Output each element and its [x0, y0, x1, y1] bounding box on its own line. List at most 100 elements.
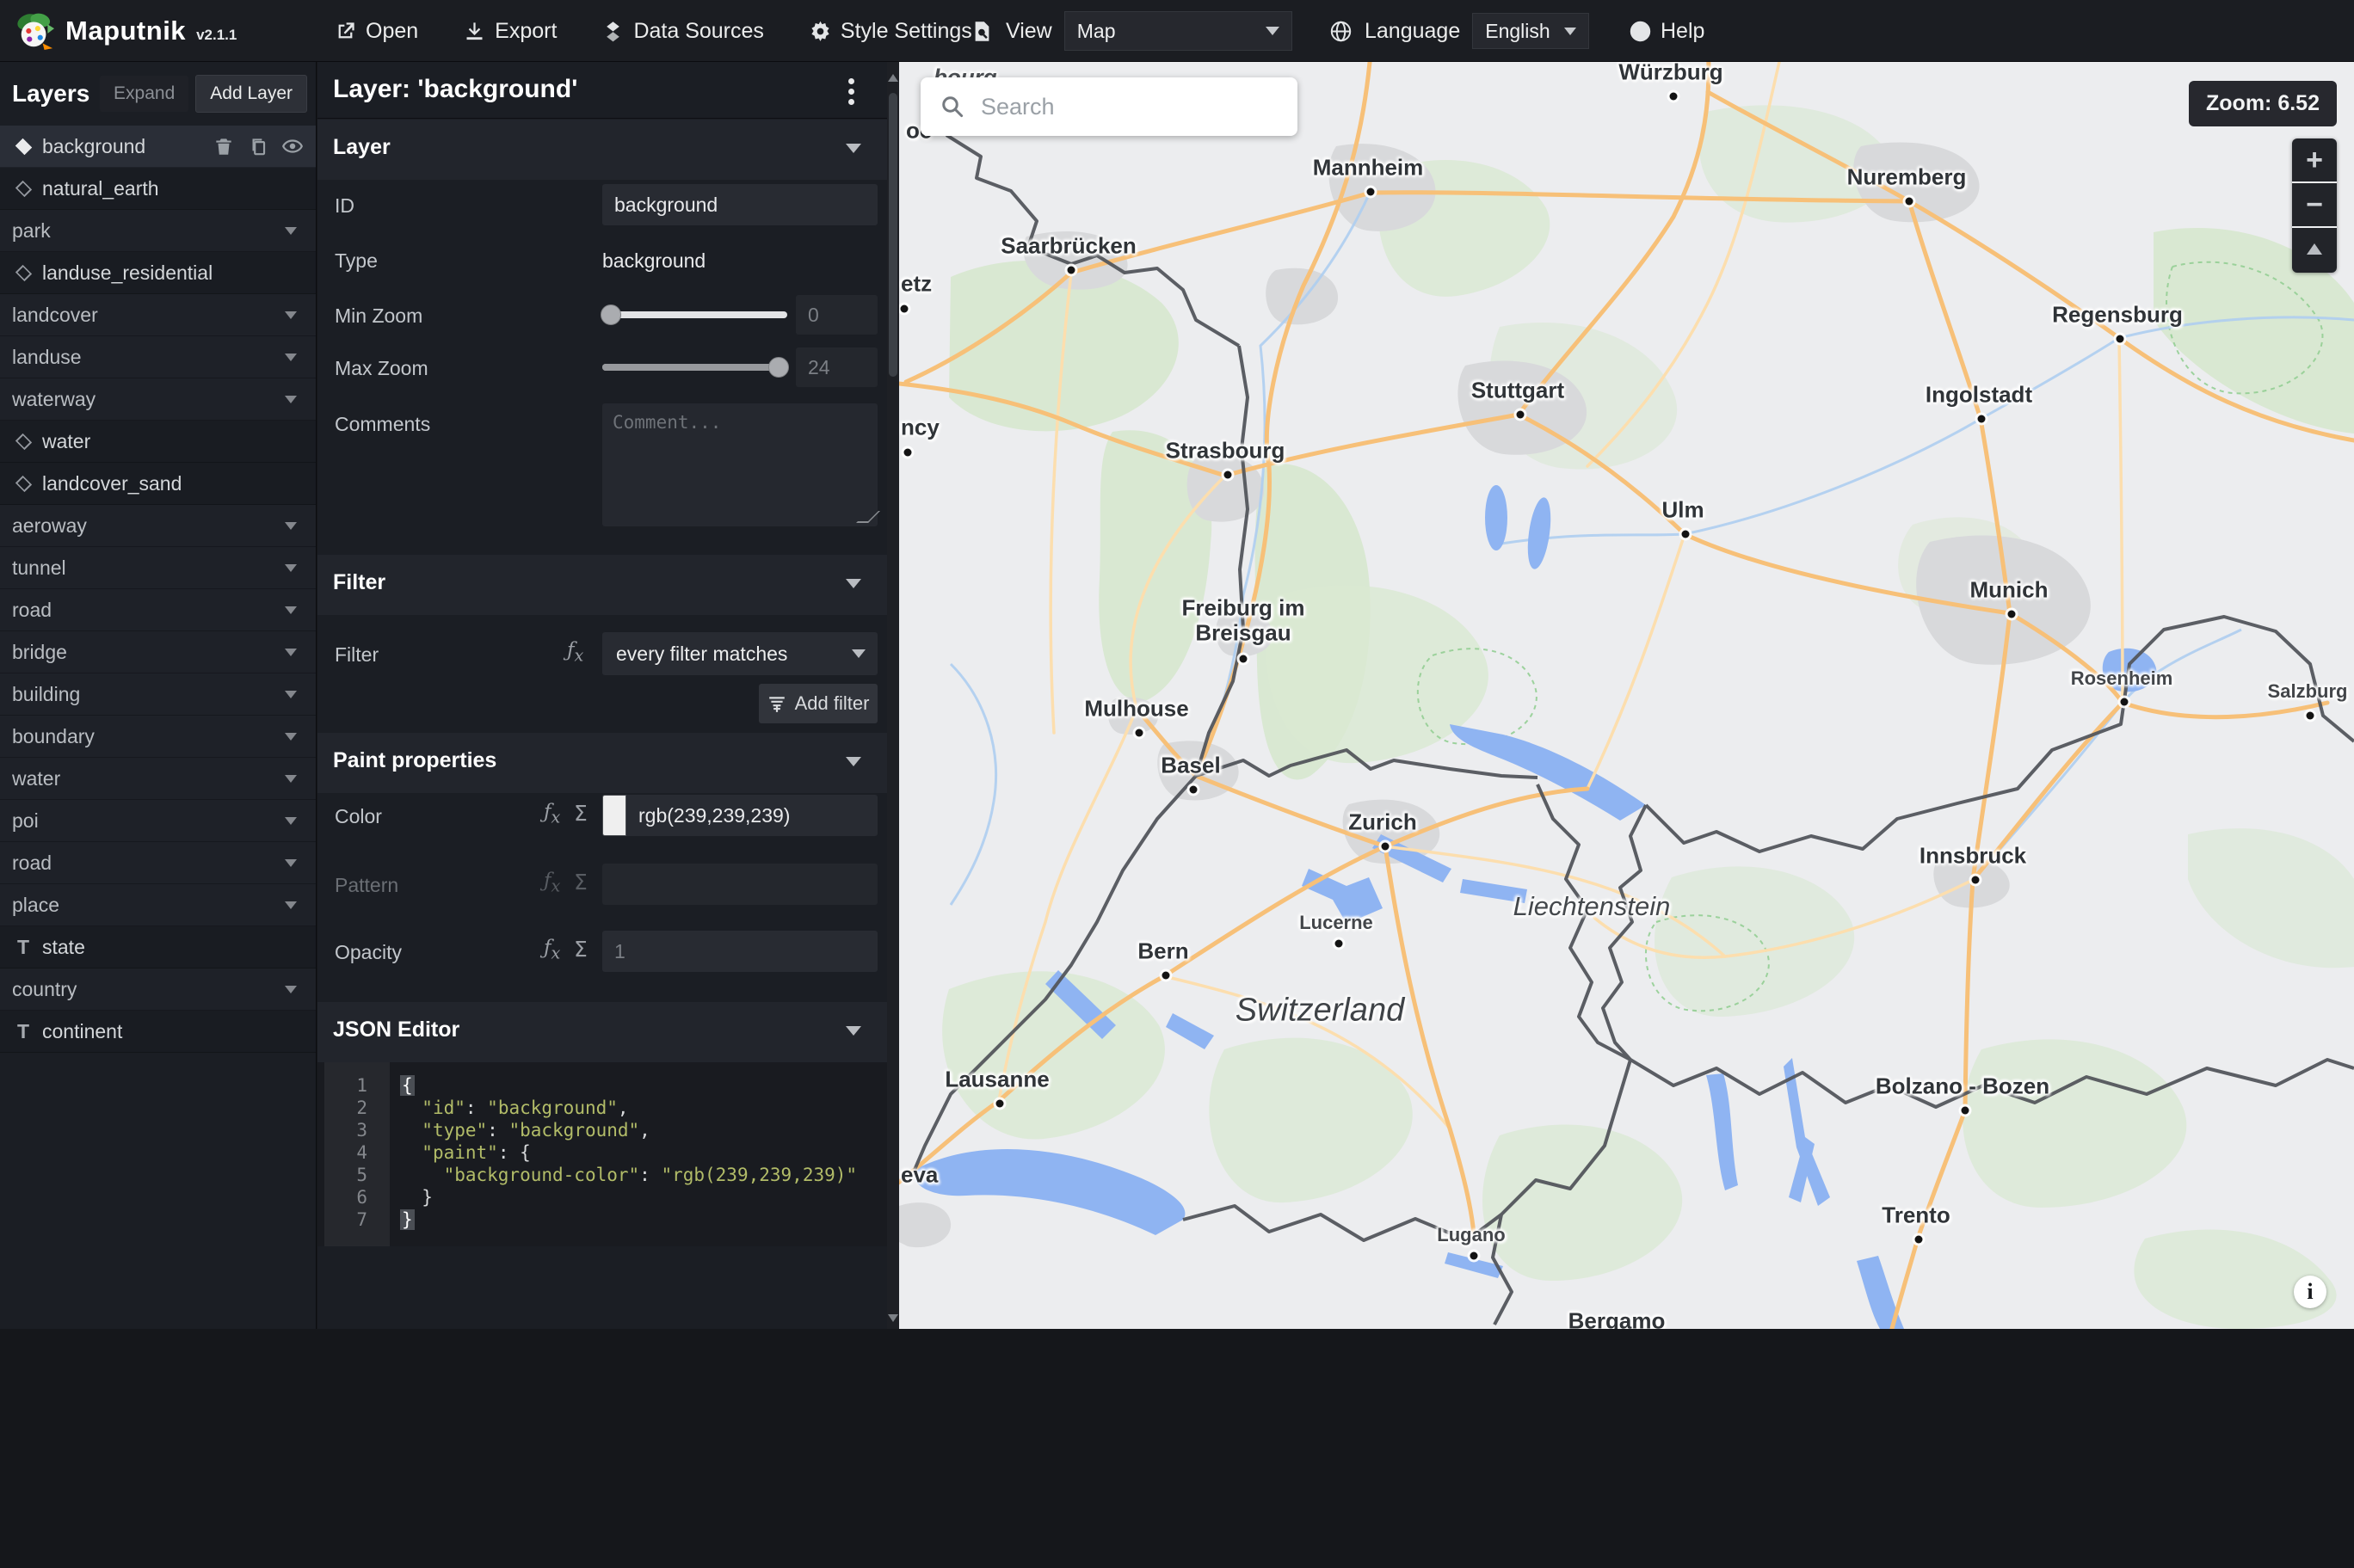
section-paint-header[interactable]: Paint properties [317, 733, 887, 793]
layer-list-item-water[interactable]: water [0, 421, 316, 463]
editor-title-row: Layer: 'background' [317, 62, 887, 119]
layer-list-item-country[interactable]: country [0, 968, 316, 1011]
layer-list-item-road[interactable]: road [0, 589, 316, 631]
json-line: 6 } [356, 1187, 433, 1208]
layer-list-item-continent[interactable]: Tcontinent [0, 1011, 316, 1053]
layer-list-item-landuse_residential[interactable]: landuse_residential [0, 252, 316, 294]
layer-list-item-aeroway[interactable]: aeroway [0, 505, 316, 547]
chevron-down-icon[interactable] [285, 691, 297, 698]
id-input[interactable] [602, 184, 878, 225]
layer-list-item-natural_earth[interactable]: natural_earth [0, 168, 316, 210]
layer-list-item-place[interactable]: place [0, 884, 316, 926]
chevron-down-icon[interactable] [285, 901, 297, 909]
chevron-down-icon[interactable] [285, 311, 297, 319]
json-line: 3 "type": "background", [356, 1120, 650, 1141]
compass-button[interactable] [2292, 228, 2337, 273]
layer-list-item-park[interactable]: park [0, 210, 316, 252]
json-editor[interactable]: 1{2 "id": "background", 3 "type": "backgr… [317, 1062, 887, 1246]
scroll-up-icon[interactable] [888, 74, 898, 82]
chevron-down-icon[interactable] [285, 986, 297, 993]
chevron-down-icon[interactable] [285, 733, 297, 741]
filter-match-select[interactable]: every filter matches [602, 632, 878, 675]
chevron-down-icon[interactable] [285, 354, 297, 361]
layer-list-item-waterway[interactable]: waterway [0, 378, 316, 421]
zoom-in-button[interactable]: + [2292, 138, 2337, 183]
layer-list-item-water[interactable]: water [0, 758, 316, 800]
section-filter-header[interactable]: Filter [317, 555, 887, 615]
chevron-down-icon[interactable] [285, 396, 297, 403]
search-input[interactable] [981, 93, 1273, 120]
style-settings-button[interactable]: Style Settings [809, 19, 972, 44]
layer-list-item-tunnel[interactable]: tunnel [0, 547, 316, 589]
search-icon [942, 96, 964, 118]
min-zoom-knob[interactable] [601, 304, 621, 325]
layer-list-item-boundary[interactable]: boundary [0, 716, 316, 758]
section-json-header[interactable]: JSON Editor [317, 1002, 887, 1062]
eye-icon[interactable] [281, 135, 304, 157]
min-zoom-slider[interactable] [601, 304, 787, 325]
color-swatch[interactable] [602, 795, 626, 836]
zoom-level-badge: Zoom: 6.52 [2189, 81, 2337, 126]
scroll-down-icon[interactable] [888, 1314, 898, 1322]
kebab-menu-icon[interactable] [848, 74, 854, 109]
chevron-down-icon[interactable] [285, 522, 297, 530]
max-zoom-knob[interactable] [768, 357, 789, 378]
fx-icon[interactable]: ƒx [567, 639, 583, 666]
layer-list-item-landuse[interactable]: landuse [0, 336, 316, 378]
open-button[interactable]: Open [334, 19, 418, 44]
layer-label: bridge [12, 640, 67, 663]
map-search[interactable] [921, 77, 1297, 136]
map-label: Switzerland [1235, 992, 1405, 1029]
attribution-info-button[interactable]: i [2294, 1276, 2326, 1308]
add-layer-button[interactable]: Add Layer [195, 75, 307, 113]
map-viewport[interactable]: bourgWürzburgMannheimNurembergocSaarbrüc… [899, 62, 2354, 1329]
compass-icon [2307, 243, 2322, 257]
chevron-down-icon[interactable] [285, 227, 297, 235]
chevron-down-icon[interactable] [285, 649, 297, 656]
layer-list-item-road[interactable]: road [0, 842, 316, 884]
sigma-icon: Σ [574, 870, 588, 895]
chevron-down-icon[interactable] [285, 564, 297, 572]
opacity-input[interactable] [602, 931, 878, 972]
expand-button[interactable]: Expand [100, 76, 189, 112]
chevron-down-icon[interactable] [285, 817, 297, 825]
language-select[interactable]: English [1472, 13, 1590, 49]
max-zoom-slider[interactable] [602, 357, 789, 378]
copy-icon[interactable] [247, 135, 269, 157]
layer-list-item-landcover[interactable]: landcover [0, 294, 316, 336]
layer-list-item-bridge[interactable]: bridge [0, 631, 316, 673]
section-paint-title: Paint properties [333, 748, 497, 772]
view-select[interactable]: Map [1063, 11, 1292, 51]
fx-icon[interactable]: ƒx [544, 801, 560, 827]
layer-type-icon [15, 475, 33, 492]
min-zoom-input[interactable] [796, 295, 878, 335]
map-label: Munich [1969, 576, 2049, 603]
layer-list-item-state[interactable]: Tstate [0, 926, 316, 968]
trash-icon[interactable] [213, 135, 235, 157]
min-zoom-label: Min Zoom [335, 304, 423, 327]
fx-icon[interactable]: ƒx [544, 937, 560, 963]
help-button[interactable]: Help [1629, 19, 1704, 44]
max-zoom-input[interactable] [796, 347, 878, 387]
editor-scrollbar[interactable] [887, 62, 899, 1329]
layer-list-item-poi[interactable]: poi [0, 800, 316, 842]
layer-list-item-background[interactable]: background [0, 126, 316, 168]
add-filter-button[interactable]: Add filter [759, 684, 878, 723]
data-sources-button[interactable]: Data Sources [601, 19, 764, 44]
sigma-icon[interactable]: Σ [574, 937, 588, 962]
layer-list-item-landcover_sand[interactable]: landcover_sand [0, 463, 316, 505]
scrollbar-thumb[interactable] [889, 93, 897, 377]
chevron-down-icon[interactable] [285, 606, 297, 614]
chevron-down-icon[interactable] [285, 859, 297, 867]
comments-textarea[interactable] [602, 403, 878, 526]
brand: Maputnik v2.1.1 [15, 0, 237, 62]
city-dot [1669, 92, 1678, 101]
pattern-input[interactable] [602, 864, 878, 905]
zoom-out-button[interactable]: − [2292, 183, 2337, 228]
color-input[interactable] [626, 795, 878, 836]
section-layer-header[interactable]: Layer [317, 120, 887, 180]
chevron-down-icon[interactable] [285, 775, 297, 783]
sigma-icon[interactable]: Σ [574, 801, 588, 826]
layer-list-item-building[interactable]: building [0, 673, 316, 716]
export-button[interactable]: Export [463, 19, 557, 44]
